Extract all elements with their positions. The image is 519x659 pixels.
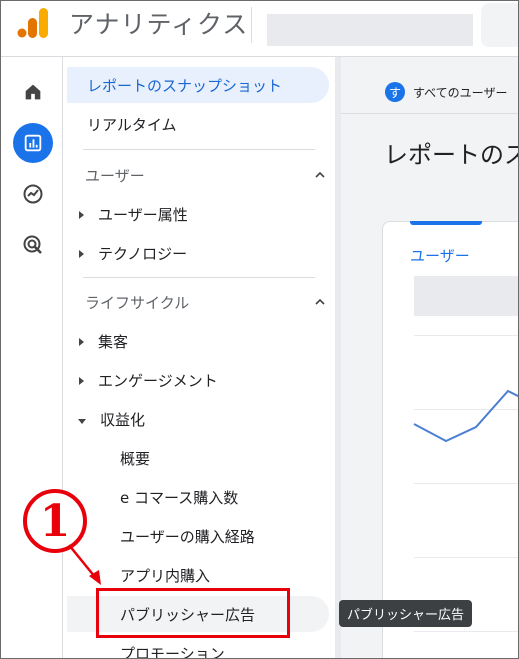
- explore-icon: [23, 184, 43, 204]
- advertising-button[interactable]: [13, 225, 53, 265]
- account-selector[interactable]: [267, 14, 473, 46]
- nav-technology-label: テクノロジー: [98, 244, 188, 263]
- nav-report-snapshot[interactable]: レポートのスナップショット: [67, 67, 329, 103]
- home-icon: [25, 84, 41, 100]
- chevron-up-icon: [315, 298, 325, 305]
- chevron-up-icon: [315, 171, 325, 178]
- nav-divider: [83, 277, 315, 278]
- top-bar: アナリティクス: [1, 1, 518, 57]
- advertising-icon: [23, 235, 42, 254]
- nav-user-attributes[interactable]: ユーザー属性: [67, 196, 329, 232]
- chart-gridline: [414, 557, 518, 558]
- nav-promotions-label: プロモーション: [120, 644, 225, 659]
- nav-promotions[interactable]: プロモーション: [67, 635, 329, 659]
- chart-gridline: [414, 483, 518, 484]
- search-bar[interactable]: [481, 3, 518, 47]
- nav-technology[interactable]: テクノロジー: [67, 235, 329, 271]
- chip-label: すべてのユーザー: [413, 85, 508, 100]
- nav-ecommerce-label: e コマース購入数: [120, 488, 239, 507]
- nav-overview[interactable]: 概要: [67, 440, 329, 476]
- card-metric-value-placeholder: [414, 276, 518, 316]
- nav-section-user[interactable]: ユーザー: [85, 157, 325, 193]
- app-title: アナリティクス: [69, 10, 249, 39]
- analytics-logo-icon: [17, 8, 48, 38]
- caret-right-icon: [79, 338, 84, 346]
- nav-ecommerce[interactable]: e コマース購入数: [67, 479, 329, 515]
- nav-section-lifecycle-label: ライフサイクル: [85, 293, 190, 312]
- comparison-chip[interactable]: す すべてのユーザー: [385, 80, 507, 104]
- nav-monetization-label: 収益化: [100, 410, 146, 429]
- main-divider: [341, 113, 518, 114]
- chip-badge: す: [385, 82, 405, 102]
- home-button[interactable]: [13, 72, 53, 112]
- nav-section-lifecycle[interactable]: ライフサイクル: [85, 284, 325, 320]
- highlight-box: [96, 588, 290, 638]
- nav-engagement[interactable]: エンゲージメント: [67, 362, 329, 398]
- page-title: レポートのスナップショット: [384, 141, 519, 169]
- caret-right-icon: [79, 377, 84, 385]
- nav-report-snapshot-label: レポートのスナップショット: [87, 76, 283, 95]
- caret-down-icon: [78, 419, 86, 424]
- nav-acquisition-label: 集客: [98, 332, 129, 351]
- trend-line: [413, 389, 518, 443]
- nav-engagement-label: エンゲージメント: [98, 371, 218, 390]
- caret-right-icon: [79, 211, 84, 219]
- nav-user-attributes-label: ユーザー属性: [98, 205, 188, 224]
- nav-monetization[interactable]: 収益化: [67, 401, 329, 437]
- nav-realtime[interactable]: リアルタイム: [67, 106, 329, 142]
- nav-acquisition[interactable]: 集客: [67, 323, 329, 359]
- left-rail: [1, 57, 63, 658]
- nav-overview-label: 概要: [120, 449, 151, 468]
- explore-button[interactable]: [13, 174, 53, 214]
- annotation-arrow-icon: [68, 544, 101, 585]
- chart-gridline: [414, 631, 518, 632]
- chart-gridline: [414, 335, 518, 336]
- header-divider: [251, 7, 252, 43]
- nav-section-user-label: ユーザー: [85, 166, 145, 185]
- card-metric-tab[interactable]: ユーザー: [410, 245, 470, 266]
- reports-button[interactable]: [13, 123, 53, 163]
- step-number: 1: [39, 495, 71, 547]
- nav-divider: [83, 149, 315, 150]
- card-tab-indicator: [410, 221, 482, 225]
- reports-icon: [24, 134, 42, 152]
- nav-realtime-label: リアルタイム: [87, 115, 177, 134]
- tooltip: パブリッシャー広告: [339, 600, 473, 627]
- caret-right-icon: [79, 250, 84, 258]
- app-window: アナリティクス レポートのスナップショット リアルタイム ユーザー ユーザー属性…: [0, 0, 519, 659]
